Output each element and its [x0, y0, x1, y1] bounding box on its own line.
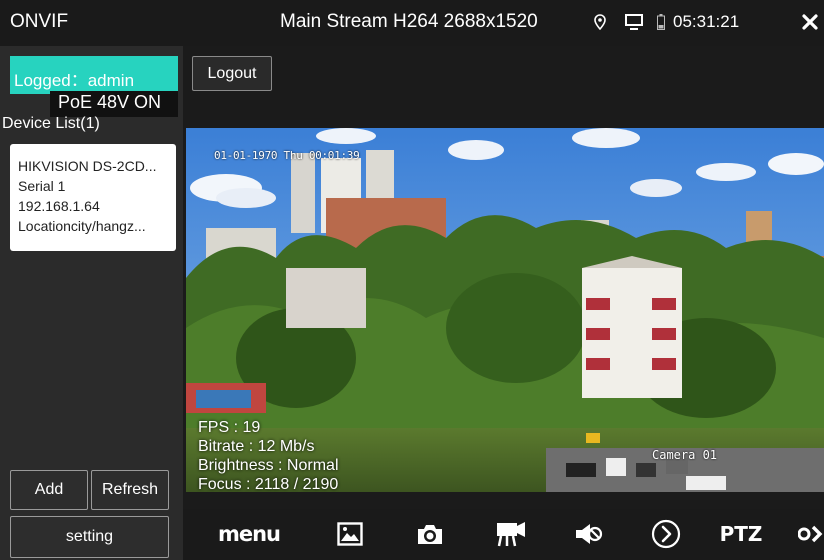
- device-serial: Serial 1: [18, 178, 66, 194]
- device-ip: 192.168.1.64: [18, 198, 100, 214]
- fps-readout: FPS : 19: [198, 419, 261, 436]
- bitrate-readout: Bitrate : 12 Mb/s: [198, 438, 315, 455]
- main-panel: Logout 01-01-1970 Thu 00:01:39 Camera 01…: [183, 46, 824, 560]
- clock: 05:31:21: [673, 12, 740, 31]
- app-title: ONVIF: [10, 11, 69, 32]
- close-icon[interactable]: [800, 11, 820, 33]
- status-bar: ONVIF Main Stream H264 2688x1520 05:31:2…: [0, 0, 824, 46]
- mute-icon[interactable]: [571, 519, 605, 549]
- logout-button[interactable]: Logout: [192, 56, 272, 91]
- video-feed[interactable]: 01-01-1970 Thu 00:01:39 Camera 01 FPS : …: [186, 128, 824, 492]
- menu-button[interactable]: menu: [218, 519, 281, 549]
- device-location: Locationcity/hangz...: [18, 218, 146, 234]
- video-record-icon[interactable]: [493, 519, 529, 549]
- battery-icon: [656, 11, 666, 33]
- poe-status: PoE 48V ON: [50, 91, 178, 117]
- device-card[interactable]: HIKVISION DS-2CD... Serial 1 192.168.1.6…: [10, 144, 176, 251]
- image-icon[interactable]: [333, 519, 367, 549]
- focus-readout: Focus : 2118 / 2190: [198, 476, 339, 492]
- more-icon[interactable]: [798, 519, 824, 549]
- play-circle-icon[interactable]: [649, 519, 683, 549]
- bottom-toolbar: menu PTZ: [183, 509, 824, 560]
- brightness-readout: Brightness : Normal: [198, 457, 339, 474]
- osd-camera-name: Camera 01: [652, 448, 718, 462]
- setting-button[interactable]: setting: [10, 516, 169, 558]
- logged-in-badge: Logged：admin: [10, 56, 178, 94]
- ptz-button[interactable]: PTZ: [716, 519, 766, 549]
- location-pin-icon: [593, 11, 607, 33]
- refresh-button[interactable]: Refresh: [91, 470, 169, 510]
- monitor-icon: [622, 11, 646, 33]
- stream-title: Main Stream H264 2688x1520: [280, 11, 538, 32]
- onvif-screen: ONVIF Main Stream H264 2688x1520 05:31:2…: [0, 0, 824, 560]
- osd-datetime: 01-01-1970 Thu 00:01:39: [214, 149, 360, 162]
- device-model: HIKVISION DS-2CD...: [18, 158, 157, 174]
- camera-icon[interactable]: [413, 519, 447, 549]
- device-sidebar: Logged：admin PoE 48V ON Device List(1) H…: [0, 46, 183, 560]
- add-button[interactable]: Add: [10, 470, 88, 510]
- device-list-title: Device List(1): [2, 115, 100, 132]
- stream-stats: FPS : 19 Bitrate : 12 Mb/s Brightness : …: [198, 418, 339, 492]
